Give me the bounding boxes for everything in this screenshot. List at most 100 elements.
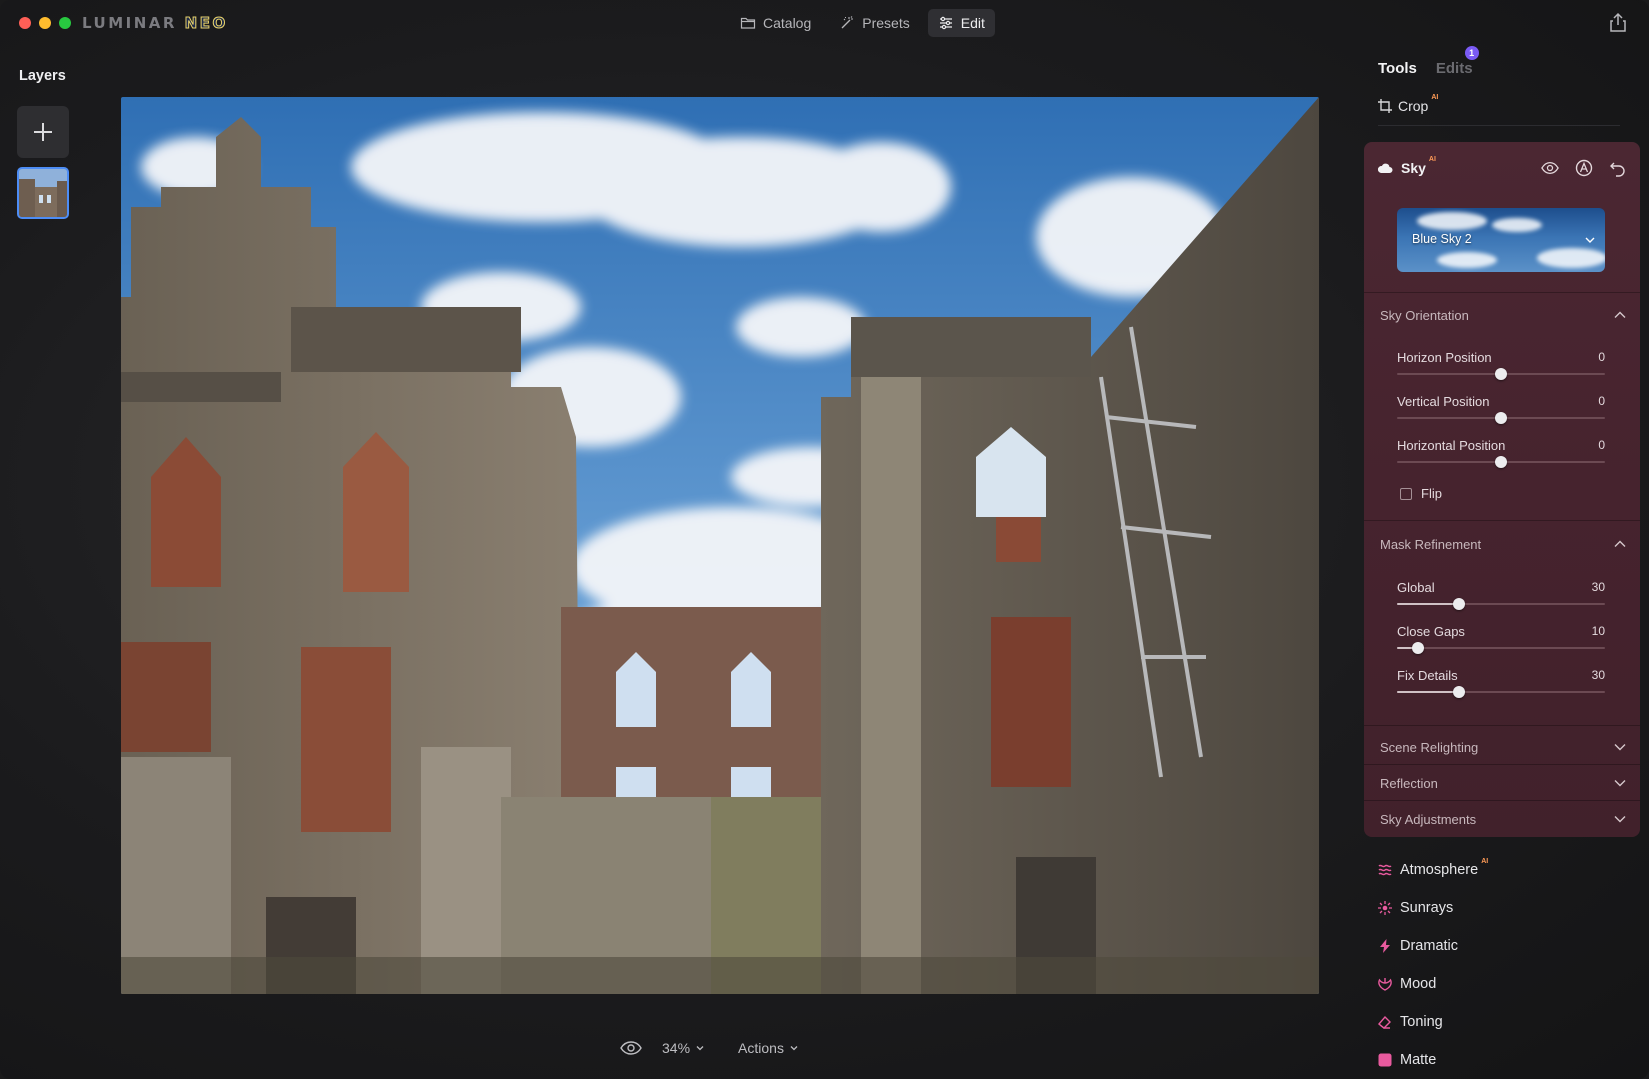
- vertical-position-slider[interactable]: Vertical Position 0: [1397, 394, 1605, 424]
- chevron-down-icon: [1585, 237, 1595, 243]
- chevron-up-icon: [1614, 540, 1626, 547]
- sky-adjustments-title: Sky Adjustments: [1380, 811, 1477, 827]
- slider-knob[interactable]: [1495, 368, 1507, 380]
- sky-ai-tag: AI: [1428, 156, 1436, 163]
- sky-tool-header[interactable]: SkyAI: [1377, 156, 1627, 180]
- tool-label: Matte: [1400, 1052, 1437, 1068]
- app-logo: LUMINAR NEO: [82, 14, 228, 33]
- slider-fill: [1397, 691, 1460, 693]
- tool-dramatic[interactable]: Dramatic: [1378, 938, 1458, 954]
- slider-label: Horizontal Position: [1397, 438, 1506, 453]
- tab-edits-label: Edits: [1435, 60, 1473, 77]
- catalog-button[interactable]: Catalog: [730, 9, 821, 37]
- plus-icon: [34, 123, 52, 141]
- top-navigation: Catalog Presets Edit: [730, 9, 995, 37]
- preset-cloud: [1437, 252, 1497, 268]
- tab-tools[interactable]: Tools: [1378, 60, 1417, 77]
- presets-button[interactable]: Presets: [829, 9, 919, 37]
- chevron-up-icon: [1614, 311, 1626, 318]
- logo-text-neo: NEO: [184, 14, 228, 33]
- actions-label: Actions: [738, 1040, 784, 1056]
- fix-details-slider[interactable]: Fix Details 30: [1397, 668, 1605, 698]
- matte-icon: [1378, 1053, 1392, 1067]
- edits-count-badge: 1: [1464, 46, 1479, 60]
- atmosphere-icon: [1378, 864, 1392, 876]
- tab-edits[interactable]: Edits 1: [1435, 46, 1479, 77]
- slider-label: Vertical Position: [1397, 394, 1490, 409]
- sky-preset-name: Blue Sky 2: [1412, 232, 1472, 246]
- dramatic-icon: [1380, 939, 1390, 953]
- tool-label: Dramatic: [1400, 938, 1459, 954]
- title-bar: LUMINAR NEO Catalog Presets Edit: [0, 0, 1649, 46]
- slider-knob[interactable]: [1411, 642, 1424, 654]
- tool-sunrays[interactable]: Sunrays: [1378, 900, 1453, 916]
- slider-value: 10: [1591, 624, 1605, 638]
- app-window: LUMINAR NEO Catalog Presets Edit Layers: [0, 0, 1649, 1079]
- slider-fill: [1397, 603, 1460, 605]
- flip-label: Flip: [1421, 486, 1442, 501]
- tool-toning[interactable]: Toning: [1378, 1014, 1443, 1030]
- zoom-dropdown[interactable]: 34%: [662, 1040, 704, 1056]
- crop-ai-tag: AI: [1431, 94, 1439, 101]
- slider-label: Horizon Position: [1397, 350, 1492, 365]
- presets-icon: [841, 16, 854, 29]
- flip-checkbox-row[interactable]: Flip: [1400, 486, 1442, 501]
- reset-icon[interactable]: [1609, 159, 1627, 177]
- divider: [1364, 292, 1640, 293]
- photo-canvas[interactable]: [121, 97, 1319, 994]
- layer-thumbnail-image: [19, 169, 67, 217]
- preset-cloud: [1492, 218, 1542, 232]
- horizon-position-slider[interactable]: Horizon Position 0: [1397, 350, 1605, 380]
- divider: [1364, 764, 1640, 765]
- crop-tool[interactable]: CropAI: [1378, 94, 1438, 114]
- slider-value: 30: [1591, 580, 1605, 594]
- eye-icon: [620, 1041, 642, 1055]
- actions-dropdown[interactable]: Actions: [738, 1040, 798, 1056]
- sky-tool-panel: SkyAI Blue Sky 2 Sky Orientation Horizon…: [1364, 142, 1640, 837]
- scene-relighting-title: Scene Relighting: [1380, 739, 1479, 755]
- logo-text-luminar: LUMINAR: [82, 14, 177, 32]
- mask-refinement-section-header[interactable]: Mask Refinement: [1380, 535, 1626, 553]
- slider-knob[interactable]: [1495, 456, 1507, 468]
- layer-thumbnail[interactable]: [17, 167, 69, 219]
- sky-adjustments-section-header[interactable]: Sky Adjustments: [1380, 810, 1626, 828]
- tool-ai-tag: AI: [1481, 858, 1489, 865]
- slider-knob[interactable]: [1453, 686, 1466, 698]
- scene-relighting-section-header[interactable]: Scene Relighting: [1380, 738, 1626, 756]
- sky-preset-selector[interactable]: Blue Sky 2: [1397, 208, 1605, 272]
- tool-matte[interactable]: Matte: [1378, 1052, 1436, 1068]
- right-panel-tabs: Tools Edits 1: [1378, 46, 1479, 77]
- slider-label: Fix Details: [1397, 668, 1458, 683]
- sky-orientation-section-header[interactable]: Sky Orientation: [1380, 306, 1626, 324]
- chevron-down-icon: [696, 1046, 704, 1051]
- add-layer-button[interactable]: [17, 106, 69, 158]
- crop-icon: [1378, 99, 1392, 113]
- preset-cloud: [1417, 212, 1487, 230]
- edit-button[interactable]: Edit: [927, 9, 995, 37]
- share-icon[interactable]: [1609, 12, 1627, 32]
- slider-knob[interactable]: [1495, 412, 1507, 424]
- folder-icon: [740, 17, 756, 29]
- mask-icon[interactable]: [1575, 159, 1593, 177]
- slider-value: 0: [1598, 350, 1605, 364]
- tool-label: Sunrays: [1400, 900, 1454, 916]
- crop-label: Crop: [1398, 98, 1429, 114]
- minimize-window-button[interactable]: [39, 17, 51, 29]
- close-gaps-slider[interactable]: Close Gaps 10: [1397, 624, 1605, 654]
- zoom-window-button[interactable]: [59, 17, 71, 29]
- photo-image: [121, 97, 1319, 994]
- reflection-section-header[interactable]: Reflection: [1380, 774, 1626, 792]
- horizontal-position-slider[interactable]: Horizontal Position 0: [1397, 438, 1605, 468]
- slider-track[interactable]: [1397, 647, 1605, 649]
- slider-value: 0: [1598, 394, 1605, 408]
- tool-label: Toning: [1400, 1014, 1443, 1030]
- eye-icon[interactable]: [1541, 159, 1559, 177]
- close-window-button[interactable]: [19, 17, 31, 29]
- tool-atmosphere[interactable]: AtmosphereAI: [1378, 858, 1488, 878]
- global-slider[interactable]: Global 30: [1397, 580, 1605, 610]
- preview-toggle-button[interactable]: [620, 1041, 642, 1055]
- slider-knob[interactable]: [1453, 598, 1466, 610]
- tool-mood[interactable]: Mood: [1378, 976, 1436, 992]
- flip-checkbox[interactable]: [1400, 487, 1412, 500]
- mood-icon: [1378, 978, 1392, 991]
